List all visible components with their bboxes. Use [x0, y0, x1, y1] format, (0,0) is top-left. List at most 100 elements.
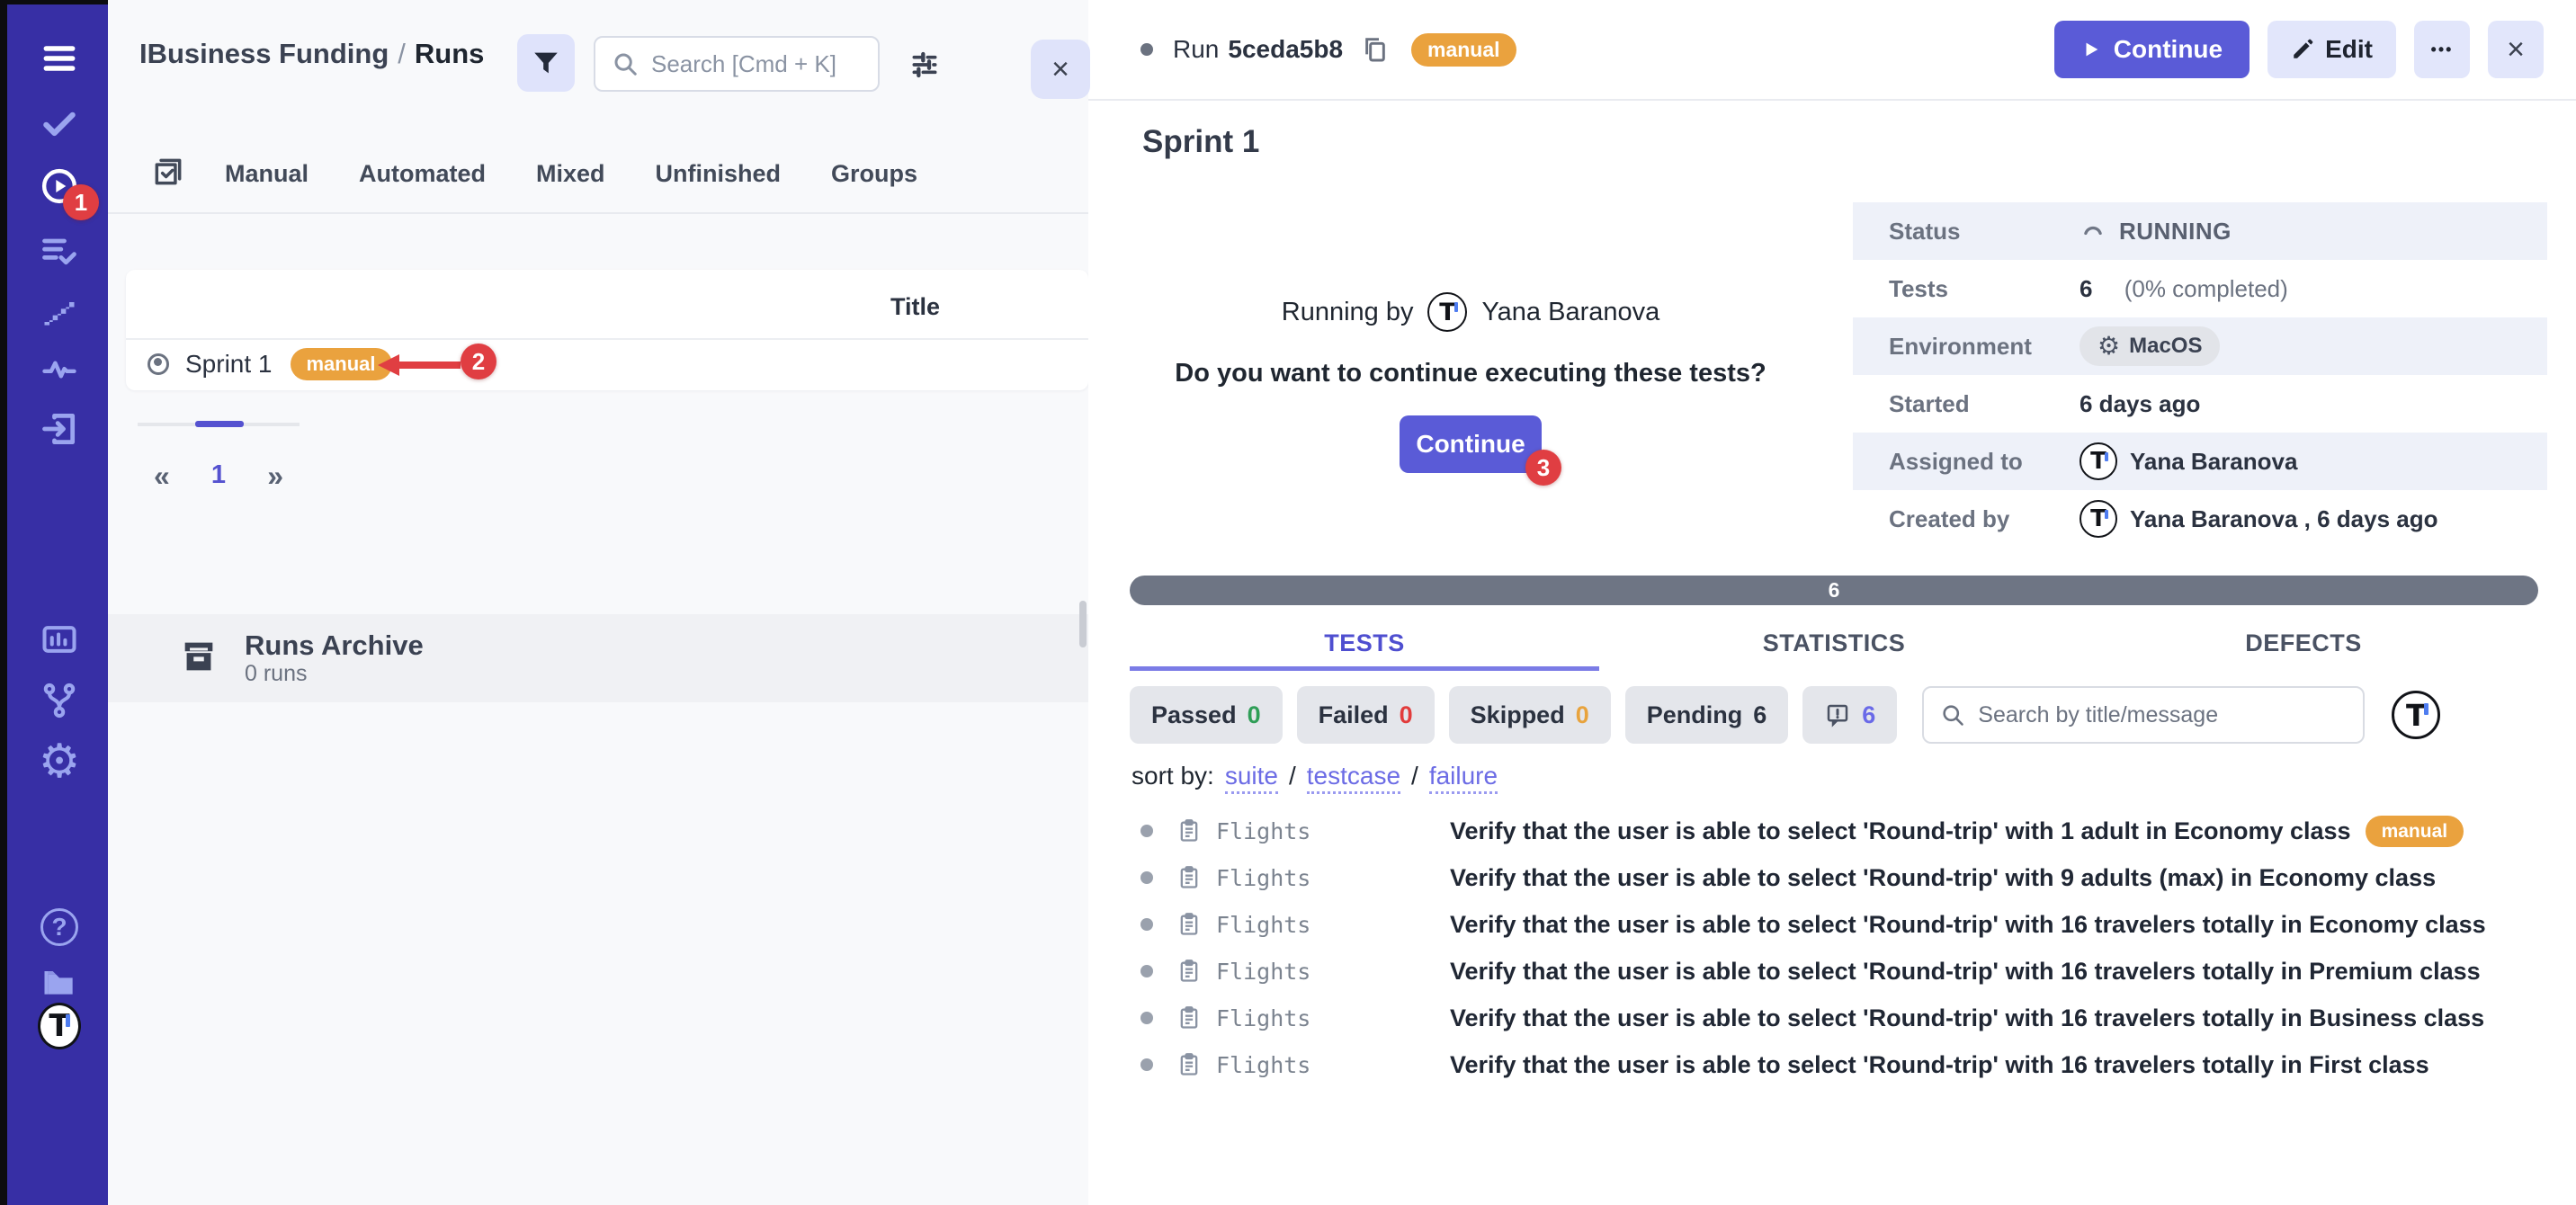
continue-run-button[interactable]: Continue [1400, 415, 1542, 473]
continue-button[interactable]: Continue [2054, 21, 2250, 78]
annotation-arrow-2 [376, 353, 461, 382]
runs-table: Title Sprint 1 manual 2 [126, 270, 1088, 390]
detail-row-created: Created by T Yana Baranova , 6 days ago [1853, 490, 2547, 548]
pulse-activity-icon[interactable] [38, 348, 81, 391]
projects-folders-icon[interactable] [38, 960, 81, 1003]
run-details-table: Status RUNNING Tests 6 (0% completed) En… [1853, 202, 2547, 548]
annotation-badge-3: 3 [1525, 450, 1561, 486]
runs-archive-item[interactable]: Runs Archive 0 runs [108, 614, 1088, 702]
detail-row-started: Started 6 days ago [1853, 375, 2547, 433]
archive-box-icon [178, 636, 219, 682]
more-actions-button[interactable]: ••• [2414, 21, 2470, 78]
testcase-clipboard-icon [1176, 912, 1202, 937]
sort-by-failure[interactable]: failure [1429, 760, 1498, 794]
tests-list: Flights Verify that the user is able to … [1130, 808, 2576, 1088]
plans-list-check-icon[interactable] [38, 229, 81, 272]
filter-failed[interactable]: Failed0 [1297, 686, 1435, 744]
view-settings-sliders-icon[interactable] [903, 43, 946, 86]
test-row[interactable]: Flights Verify that the user is able to … [1130, 901, 2576, 948]
runs-list-panel: IBusiness Funding/Runs × Manu [108, 0, 1088, 1205]
table-row[interactable]: Sprint 1 manual 2 [126, 340, 1088, 388]
assignee-avatar-filter[interactable]: T [2392, 691, 2440, 739]
copy-icon[interactable] [1361, 35, 1390, 64]
sort-by-suite[interactable]: suite [1225, 760, 1278, 794]
test-row[interactable]: Flights Verify that the user is able to … [1130, 854, 2576, 901]
environment-pill[interactable]: ⚙MacOS [2080, 326, 2220, 366]
testcase-clipboard-icon [1176, 1005, 1202, 1031]
runs-search[interactable] [594, 36, 880, 92]
filter-comments[interactable]: 6 [1802, 686, 1897, 744]
run-status-dot-icon [148, 353, 169, 375]
help-icon[interactable]: ? [38, 906, 81, 949]
tab-tests[interactable]: TESTS [1130, 622, 1599, 671]
user-avatar: T [2080, 442, 2117, 480]
milestones-steps-icon[interactable] [38, 290, 81, 334]
test-status-dot-icon [1140, 1058, 1153, 1071]
tab-groups[interactable]: Groups [831, 160, 917, 188]
runs-search-input[interactable] [651, 50, 862, 78]
tests-search-input[interactable] [1978, 702, 2347, 728]
run-name[interactable]: Sprint 1 [185, 350, 273, 379]
tests-check-icon[interactable] [38, 102, 81, 145]
filter-passed[interactable]: Passed0 [1130, 686, 1283, 744]
detail-row-status: Status RUNNING [1853, 202, 2547, 260]
test-status-dot-icon [1140, 871, 1153, 884]
run-detail-header: Run 5ceda5b8 manual Continue Edit ••• × [1088, 0, 2576, 101]
funnel-icon [531, 48, 561, 78]
progress-count: 6 [1829, 578, 1840, 602]
run-title: Sprint 1 [1142, 124, 1259, 160]
comment-icon [1824, 701, 1851, 728]
tab-automated[interactable]: Automated [359, 160, 486, 188]
panel-scrollbar-thumb[interactable] [1079, 601, 1087, 647]
app-root: 1 ⚙ ? T [0, 0, 2576, 1205]
search-icon [1940, 702, 1978, 727]
tab-unfinished[interactable]: Unfinished [656, 160, 782, 188]
pagination-prev-button[interactable]: « [154, 461, 170, 490]
tab-mixed[interactable]: Mixed [536, 160, 605, 188]
test-status-dot-icon [1140, 825, 1153, 837]
branch-icon[interactable] [38, 679, 81, 722]
running-by-label: Running by [1282, 298, 1414, 327]
test-row[interactable]: Flights Verify that the user is able to … [1130, 995, 2576, 1041]
analytics-chart-icon[interactable] [38, 618, 81, 661]
title-column-header: Title [890, 293, 940, 321]
filter-pending[interactable]: Pending6 [1625, 686, 1789, 744]
account-logo-icon[interactable]: T [38, 1004, 81, 1048]
settings-gear-icon[interactable]: ⚙ [38, 740, 81, 783]
tab-statistics[interactable]: STATISTICS [1599, 622, 2069, 671]
detail-row-tests: Tests 6 (0% completed) [1853, 260, 2547, 317]
tests-search[interactable] [1922, 686, 2365, 744]
detail-row-assigned: Assigned to T Yana Baranova [1853, 433, 2547, 490]
run-id: 5ceda5b8 [1228, 35, 1343, 64]
breadcrumb-project[interactable]: IBusiness Funding [139, 38, 389, 69]
import-icon[interactable] [38, 407, 81, 451]
sort-by-testcase[interactable]: testcase [1307, 760, 1400, 794]
panel-close-button[interactable]: × [1031, 40, 1090, 99]
test-status-dot-icon [1140, 1012, 1153, 1024]
close-detail-button[interactable]: × [2488, 21, 2544, 78]
test-row[interactable]: Flights Verify that the user is able to … [1130, 808, 2576, 854]
manual-badge: manual [1411, 33, 1516, 67]
archive-count: 0 runs [245, 661, 424, 687]
pagination-page-1[interactable]: 1 [211, 460, 226, 490]
edit-button[interactable]: Edit [2267, 21, 2396, 78]
test-status-dot-icon [1140, 918, 1153, 931]
filter-skipped[interactable]: Skipped0 [1449, 686, 1611, 744]
testcase-clipboard-icon [1176, 865, 1202, 890]
select-runs-checkbox-icon[interactable] [151, 155, 185, 193]
menu-icon[interactable] [38, 37, 81, 80]
run-status-dot-icon [1140, 43, 1153, 56]
test-row[interactable]: Flights Verify that the user is able to … [1130, 948, 2576, 995]
breadcrumb[interactable]: IBusiness Funding/Runs [139, 38, 484, 70]
user-avatar: T [2080, 500, 2117, 538]
spinner-icon [2080, 218, 2106, 245]
test-row[interactable]: Flights Verify that the user is able to … [1130, 1041, 2576, 1088]
filter-button[interactable] [517, 34, 575, 92]
runs-table-header: Title [126, 270, 1088, 340]
pagination-next-button[interactable]: » [267, 461, 283, 490]
runs-list-header: IBusiness Funding/Runs × [108, 0, 1088, 135]
archive-title: Runs Archive [245, 629, 424, 662]
tab-defects[interactable]: DEFECTS [2069, 622, 2538, 671]
sidebar: 1 ⚙ ? T [0, 0, 108, 1205]
tab-manual[interactable]: Manual [225, 160, 309, 188]
